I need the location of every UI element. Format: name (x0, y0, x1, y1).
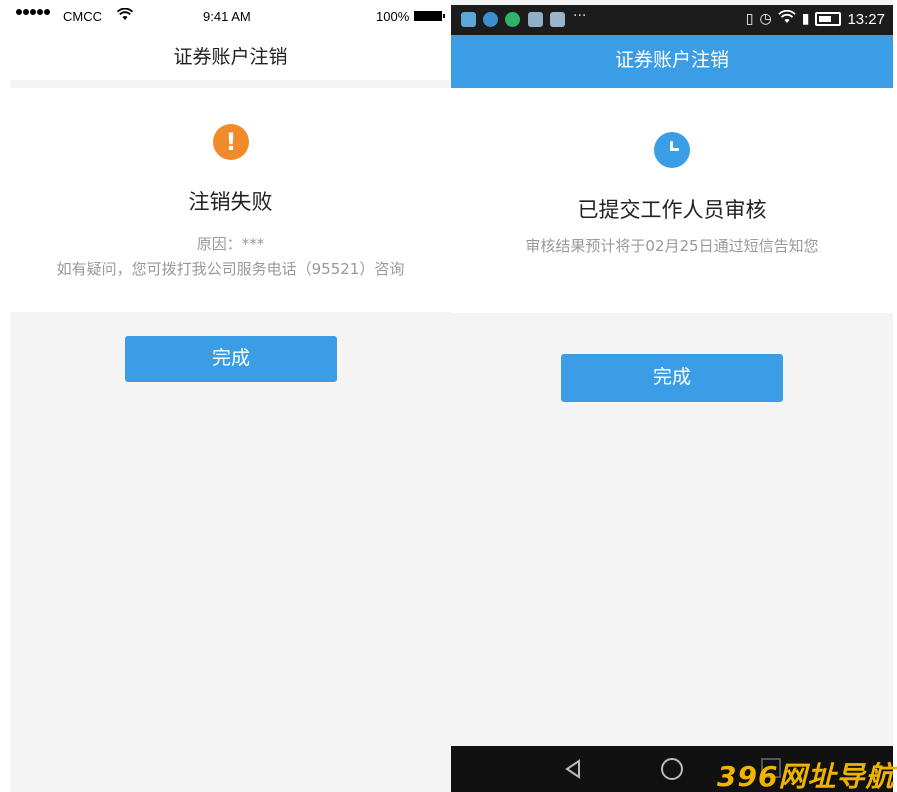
left-phone-screen: CMCC 9:41 AM 100% 证券账户注销 ! 注销失败 原因：*** 如… (10, 0, 451, 792)
app-notification-icon (528, 12, 543, 27)
result-title: 已提交工作人员审核 (577, 198, 767, 222)
android-status-bar: ··· ▯ ◷ ▮ 13:27 (451, 5, 893, 35)
done-button[interactable]: 完成 (125, 336, 337, 382)
exclamation-icon: ! (213, 124, 249, 160)
contact-note: 如有疑问，您可拨打我公司服务电话（95521）咨询 (56, 260, 405, 278)
app-notification-icon (483, 12, 498, 27)
app-notification-icon (505, 12, 520, 27)
more-notifications: ··· (573, 8, 587, 24)
sim-icon: ▮ (801, 11, 810, 27)
status-time: 13:27 (847, 10, 885, 28)
result-card: ! 注销失败 原因：*** 如有疑问，您可拨打我公司服务电话（95521）咨询 (10, 88, 451, 312)
watermark-logo: 396网址导航 (717, 760, 895, 792)
app-notification-icon (550, 12, 565, 27)
vibrate-icon: ▯ (745, 11, 754, 27)
back-icon[interactable] (563, 759, 583, 779)
page-title: 证券账户注销 (451, 35, 893, 88)
signal-strength-icon (16, 9, 51, 15)
carrier-name: CMCC (63, 9, 102, 24)
right-phone-screen: ··· ▯ ◷ ▮ 13:27 证券账户注销 已提交工作人员审核 审核结果预计将… (451, 0, 893, 792)
page-title: 证券账户注销 (10, 34, 451, 80)
battery-percent: 100% (376, 9, 410, 24)
done-button[interactable]: 完成 (561, 354, 783, 402)
wifi-icon (778, 9, 796, 28)
result-title: 注销失败 (188, 190, 273, 214)
battery-icon (414, 11, 445, 21)
battery-icon (815, 12, 842, 26)
clock-icon (654, 132, 690, 168)
status-time: 9:41 AM (203, 9, 251, 24)
alarm-icon: ◷ (759, 11, 772, 27)
ios-status-bar: CMCC 9:41 AM 100% (10, 0, 451, 34)
review-note: 审核结果预计将于02月25日通过短信告知您 (525, 237, 819, 255)
home-icon[interactable] (661, 758, 683, 780)
wifi-icon (116, 7, 134, 25)
failure-reason: 原因：*** (196, 235, 265, 253)
result-card: 已提交工作人员审核 审核结果预计将于02月25日通过短信告知您 (451, 88, 893, 313)
app-notification-icon (461, 12, 476, 27)
